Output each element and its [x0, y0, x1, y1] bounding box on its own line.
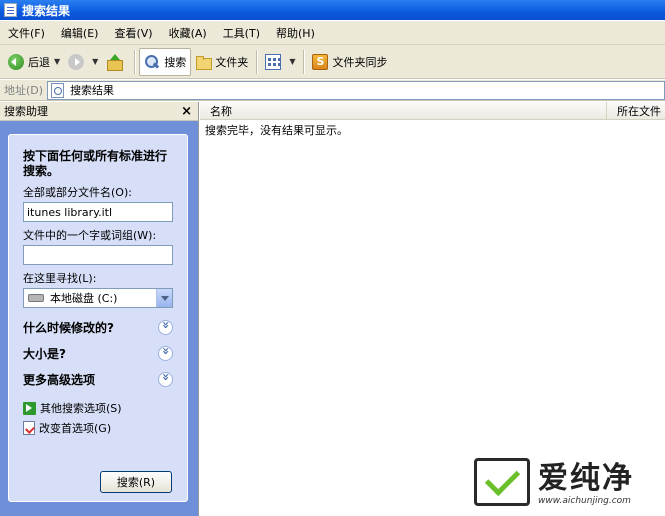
search-results-icon [51, 82, 65, 98]
when-modified-section[interactable]: 什么时候修改的? [23, 319, 173, 335]
folder-icon [195, 54, 213, 70]
results-message: 搜索完毕，没有结果可显示。 [205, 124, 348, 137]
address-input[interactable]: 搜索结果 [47, 80, 665, 100]
when-modified-label: 什么时候修改的? [23, 320, 114, 335]
search-toggle-label: 搜索 [164, 55, 187, 69]
menu-tools[interactable]: 工具(T) [215, 25, 268, 41]
green-arrow-icon [23, 401, 36, 415]
close-icon[interactable]: × [181, 105, 192, 118]
expand-icon[interactable] [158, 319, 173, 335]
window-title: 搜索结果 [22, 3, 71, 18]
pane-title: 搜索助理 [4, 105, 48, 118]
lookin-label: 在这里寻找(L): [23, 272, 97, 285]
menu-file[interactable]: 文件(F) [0, 25, 53, 41]
search-intro: 按下面任何或所有标准进行搜索。 [23, 149, 168, 178]
change-preferences-link[interactable]: 改变首选项(G) [23, 420, 173, 436]
address-bar: 地址(D) 搜索结果 [0, 80, 665, 101]
back-button[interactable]: 后退 ▼ [4, 48, 64, 76]
search-form: 按下面任何或所有标准进行搜索。 全部或部分文件名(O): 文件中的一个字或词组(… [8, 134, 188, 502]
advanced-options-section[interactable]: 更多高级选项 [23, 371, 173, 387]
chevron-down-icon: ▼ [54, 57, 61, 66]
word-label: 文件中的一个字或词组(W): [23, 229, 157, 242]
lookin-select[interactable]: 本地磁盘 (C:) [23, 288, 173, 308]
forward-button[interactable]: ▼ [64, 48, 102, 76]
folders-label: 文件夹 [215, 55, 249, 69]
expand-icon[interactable] [158, 371, 173, 387]
filename-input[interactable] [23, 202, 173, 222]
menu-edit[interactable]: 编辑(E) [53, 25, 107, 41]
hard-drive-icon [28, 294, 44, 302]
preferences-icon [23, 421, 35, 435]
address-label: 地址(D) [4, 84, 44, 97]
toolbar-separator [134, 49, 136, 74]
expand-icon[interactable] [158, 345, 173, 361]
menu-bar: 文件(F) 编辑(E) 查看(V) 收藏(A) 工具(T) 帮助(H) [0, 21, 665, 45]
chevron-down-icon: ▼ [92, 57, 99, 66]
toolbar-separator [303, 49, 305, 74]
menu-favorites[interactable]: 收藏(A) [161, 25, 215, 41]
search-button[interactable]: 搜索(R) [100, 471, 172, 493]
watermark-url: www.aichunjing.com [538, 496, 631, 506]
menu-help[interactable]: 帮助(H) [268, 25, 323, 41]
column-header-location[interactable]: 所在文件 [607, 102, 665, 119]
column-header-name[interactable]: 名称 [200, 102, 607, 119]
watermark: 爱纯净 www.aichunjing.com [474, 458, 634, 506]
search-window-icon [4, 3, 17, 17]
views-button[interactable]: ▼ [261, 48, 299, 76]
toolbar: 后退 ▼ ▼ 搜索 文件夹 ▼ S 文件夹同步 [0, 45, 665, 79]
search-assistant-pane: 搜索助理 × 按下面任何或所有标准进行搜索。 全部或部分文件名(O): 文件中的… [0, 102, 199, 516]
forward-arrow-icon [68, 53, 85, 70]
change-preferences-label: 改变首选项(G) [39, 422, 112, 435]
search-toggle-button[interactable]: 搜索 [139, 47, 192, 76]
filename-label: 全部或部分文件名(O): [23, 186, 132, 199]
folders-button[interactable]: 文件夹 [191, 48, 252, 76]
chevron-down-icon: ▼ [289, 57, 296, 66]
chevron-down-icon[interactable] [156, 289, 172, 307]
back-label: 后退 [28, 55, 50, 69]
brand-logo-icon [474, 458, 530, 506]
results-pane: 名称 所在文件 搜索完毕，没有结果可显示。 [200, 102, 665, 516]
advanced-options-label: 更多高级选项 [23, 372, 96, 387]
up-folder-icon [106, 53, 124, 71]
up-folder-button[interactable] [102, 48, 130, 76]
other-search-options-link[interactable]: 其他搜索选项(S) [23, 400, 173, 416]
lookin-value: 本地磁盘 (C:) [50, 292, 118, 305]
sync-icon: S [312, 53, 329, 70]
size-section[interactable]: 大小是? [23, 345, 173, 361]
toolbar-separator [256, 49, 258, 74]
pane-header: 搜索助理 × [0, 102, 198, 121]
watermark-brand: 爱纯净 [538, 461, 634, 496]
views-icon [265, 53, 282, 70]
address-value: 搜索结果 [70, 84, 115, 97]
menu-view[interactable]: 查看(V) [106, 25, 160, 41]
size-label: 大小是? [23, 346, 66, 361]
folder-sync-label: 文件夹同步 [332, 55, 388, 69]
title-bar: 搜索结果 [0, 0, 665, 20]
word-input[interactable] [23, 245, 173, 265]
column-headers: 名称 所在文件 [200, 102, 665, 120]
back-arrow-icon [8, 53, 24, 70]
search-icon [144, 54, 160, 70]
folder-sync-button[interactable]: S 文件夹同步 [308, 48, 391, 76]
other-search-options-label: 其他搜索选项(S) [40, 402, 122, 415]
